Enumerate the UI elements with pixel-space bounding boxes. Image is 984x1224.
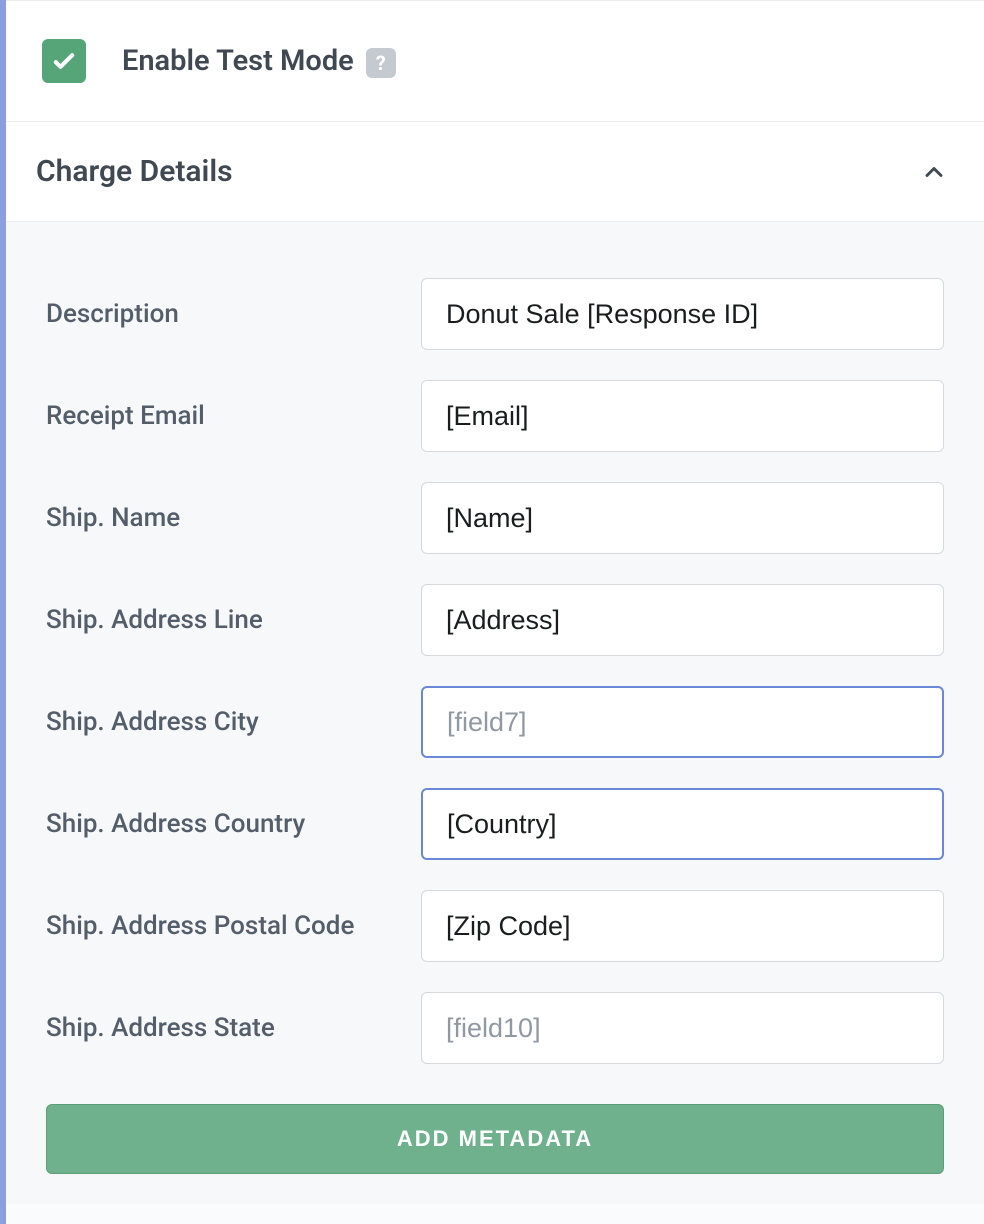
ship-name-label: Ship. Name xyxy=(46,503,421,533)
chevron-up-icon xyxy=(920,158,948,186)
description-input[interactable] xyxy=(421,278,944,350)
add-metadata-button[interactable]: ADD METADATA xyxy=(46,1104,944,1174)
ship-name-row: Ship. Name xyxy=(46,482,944,554)
charge-details-body: Description Receipt Email Ship. Name Shi… xyxy=(6,222,984,1204)
description-row: Description xyxy=(46,278,944,350)
ship-name-input[interactable] xyxy=(421,482,944,554)
checkmark-icon xyxy=(50,47,78,75)
description-label: Description xyxy=(46,299,421,329)
ship-address-state-row: Ship. Address State xyxy=(46,992,944,1064)
receipt-email-row: Receipt Email xyxy=(46,380,944,452)
enable-test-mode-checkbox[interactable] xyxy=(42,39,86,83)
ship-address-country-input[interactable] xyxy=(421,788,944,860)
ship-address-country-label: Ship. Address Country xyxy=(46,809,421,839)
receipt-email-label: Receipt Email xyxy=(46,401,421,431)
receipt-email-input[interactable] xyxy=(421,380,944,452)
ship-address-state-label: Ship. Address State xyxy=(46,1013,421,1043)
section-title: Charge Details xyxy=(36,154,233,189)
ship-address-country-row: Ship. Address Country xyxy=(46,788,944,860)
ship-address-line-input[interactable] xyxy=(421,584,944,656)
ship-address-postal-row: Ship. Address Postal Code xyxy=(46,890,944,962)
enable-test-mode-label: Enable Test Mode xyxy=(122,44,354,78)
ship-address-city-label: Ship. Address City xyxy=(46,707,421,737)
ship-address-line-row: Ship. Address Line xyxy=(46,584,944,656)
help-icon[interactable]: ? xyxy=(366,48,396,78)
ship-address-state-input[interactable] xyxy=(421,992,944,1064)
test-mode-label-group: Enable Test Mode ? xyxy=(122,44,396,78)
test-mode-section: Enable Test Mode ? xyxy=(6,0,984,121)
ship-address-postal-label: Ship. Address Postal Code xyxy=(46,911,421,941)
ship-address-city-row: Ship. Address City xyxy=(46,686,944,758)
ship-address-line-label: Ship. Address Line xyxy=(46,605,421,635)
charge-details-header[interactable]: Charge Details xyxy=(6,121,984,222)
ship-address-city-input[interactable] xyxy=(421,686,944,758)
ship-address-postal-input[interactable] xyxy=(421,890,944,962)
